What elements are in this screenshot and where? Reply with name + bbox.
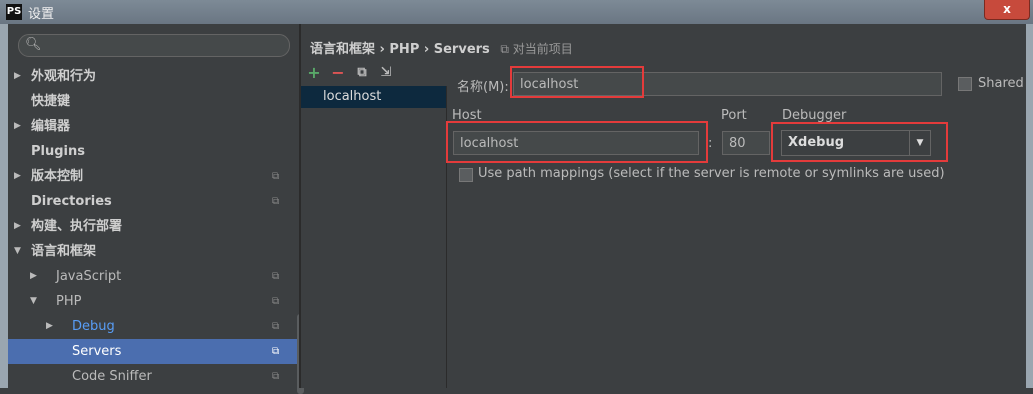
highlight-box-host [446,121,708,163]
window-frame-left [0,24,8,388]
window-frame-right [1026,24,1033,388]
settings-content: 语言和框架 › PHP › Servers ⧉ 对当前项目 + − ⧉ ⇲ lo… [301,24,1026,388]
highlight-box-debugger [771,122,948,162]
sidebar-item[interactable]: ▶ Debug ⧉ [8,314,299,339]
chevron-right-icon[interactable]: ▶ [14,64,21,89]
sidebar-item-label: 快捷键 [31,94,71,109]
import-server-button[interactable]: ⇲ [377,64,395,82]
title-bar: PS 设置 x [0,0,1033,24]
sidebar-item[interactable]: Code Sniffer ⧉ [8,364,299,389]
port-label: Port [721,108,747,123]
window-title: 设置 [28,7,55,22]
sidebar-item-label: 语言和框架 [31,244,97,259]
project-scope-icon: ⧉ [272,196,280,207]
path-mappings-label: Use path mappings (select if the server … [478,166,945,181]
chevron-down-icon[interactable]: ▼ [14,239,21,264]
sidebar-item-label: Code Sniffer [72,369,152,384]
project-scope-icon: ⧉ [272,371,280,382]
sidebar-item[interactable]: ▶ 构建、执行部署 [8,214,299,239]
server-list-item[interactable]: localhost [301,86,446,108]
project-scope-icon: ⧉ [272,271,280,282]
shared-label: Shared [978,76,1024,91]
chevron-right-icon[interactable]: ▶ [14,164,21,189]
copy-server-button[interactable]: ⧉ [353,64,371,82]
phpstorm-logo-icon: PS [6,4,22,20]
sidebar-item[interactable]: ▼ PHP ⧉ [8,289,299,314]
name-label: 名称(M): [457,80,509,95]
remove-server-button[interactable]: − [329,64,347,82]
sidebar-item[interactable]: ▶ 外观和行为 [8,64,299,89]
chevron-down-icon[interactable]: ▼ [30,289,37,314]
shared-checkbox[interactable] [958,77,972,91]
sidebar-item-label: 版本控制 [31,169,84,184]
project-scope-icon: ⧉ [272,346,280,357]
path-mappings-checkbox[interactable] [459,168,473,182]
sidebar-item[interactable]: ▶ JavaScript ⧉ [8,264,299,289]
sidebar-item[interactable]: Plugins [8,139,299,164]
port-field[interactable]: 80 [722,131,770,155]
sidebar-item-label: 外观和行为 [31,69,97,84]
search-input[interactable]: 🔍︎ [18,34,290,57]
sidebar-item[interactable]: Servers ⧉ [8,339,299,364]
breadcrumb-path: 语言和框架 › PHP › Servers [310,42,490,57]
sidebar-item[interactable]: ▼ 语言和框架 [8,239,299,264]
sidebar-item-label: Directories [31,194,112,209]
sidebar-item-label: Servers [72,344,122,359]
settings-sidebar: 🔍︎ ▶ 外观和行为 快捷键 ▶ 编辑器 Plugins ▶ 版本控制 ⧉ Directories… [8,24,304,394]
search-icon: 🔍︎ [25,37,42,52]
sidebar-item[interactable]: ▶ 编辑器 [8,114,299,139]
project-scope-icon: ⧉ [272,296,280,307]
server-list: localhost [301,86,447,388]
project-scope-label: ⧉ 对当前项目 [500,42,573,56]
sidebar-item-label: Plugins [31,144,85,159]
sidebar-item[interactable]: ▶ 版本控制 ⧉ [8,164,299,189]
add-server-button[interactable]: + [305,64,323,82]
sidebar-item-label: 构建、执行部署 [31,219,123,234]
sidebar-item-label: 编辑器 [31,119,71,134]
port-separator: : [708,136,713,151]
chevron-right-icon[interactable]: ▶ [14,214,21,239]
project-scope-icon: ⧉ [272,171,280,182]
close-button[interactable]: x [984,0,1030,20]
sidebar-item[interactable]: Directories ⧉ [8,189,299,214]
highlight-box-name [510,66,644,98]
chevron-right-icon[interactable]: ▶ [46,314,53,339]
chevron-right-icon[interactable]: ▶ [14,114,21,139]
debugger-label: Debugger [782,108,847,123]
sidebar-item-label: JavaScript [56,269,122,284]
chevron-right-icon[interactable]: ▶ [30,264,37,289]
breadcrumb: 语言和框架 › PHP › Servers ⧉ 对当前项目 [310,38,573,57]
sidebar-item-label: PHP [56,294,82,309]
sidebar-item[interactable]: 快捷键 [8,89,299,114]
sidebar-item-label: Debug [72,319,115,334]
project-scope-icon: ⧉ [272,321,280,332]
